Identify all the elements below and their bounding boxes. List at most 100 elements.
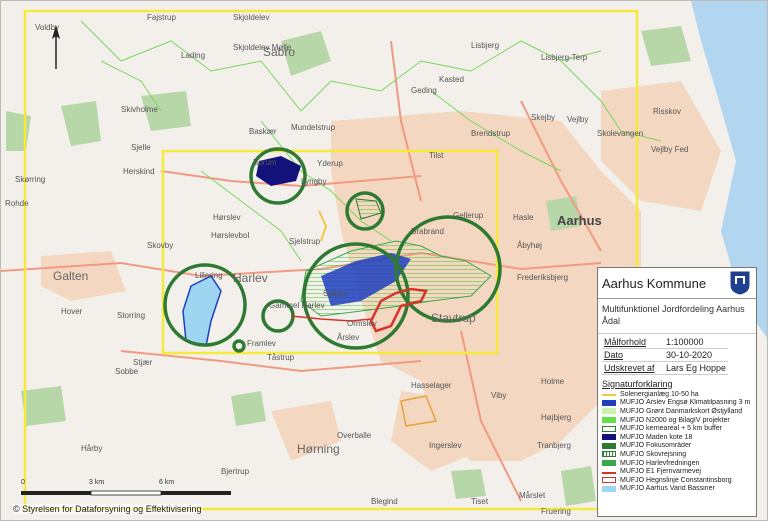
legend-list: Solenergianlæg 10-50 ha MUFJO Årslev Engs… (602, 390, 756, 493)
north-arrow-icon (52, 25, 60, 69)
legend-item: MUFJO Grønt Danmarkskort Østjylland (602, 407, 756, 416)
place-label: Tranbjerg (537, 441, 571, 450)
signatur-title: Signaturforklaring (602, 379, 673, 389)
legend-swatch (602, 434, 616, 441)
place-label: Galten (53, 269, 89, 283)
place-label: Ormslev (347, 319, 377, 328)
place-label: Skejby (531, 113, 556, 122)
info-value: Lars Eg Hoppe (664, 361, 729, 375)
place-label: Tåstrup (267, 353, 295, 362)
legend-item: MUFJO Årslev Engsø Klimatilpasning 3 m (602, 399, 756, 408)
place-label: Overballe (337, 431, 372, 440)
place-label: Tiset (471, 497, 489, 506)
place-label: Brendstrup (471, 129, 511, 138)
place-label: Fruering (541, 507, 571, 516)
place-label: Mundelstrup (291, 123, 336, 132)
place-label: Årslev (337, 333, 360, 342)
place-label: Sjelstrup (289, 237, 321, 246)
legend-swatch (602, 425, 616, 432)
info-value: 1:100000 (664, 336, 729, 349)
legend-swatch (602, 408, 616, 415)
place-label: Hørslevbol (211, 231, 250, 240)
legend-label: MUFJO kerneareal + 5 km buffer (620, 425, 722, 433)
place-label: Risskov (653, 107, 682, 116)
place-label: Skovby (147, 241, 174, 250)
legend-label: MUFJO Grønt Danmarkskort Østjylland (620, 407, 743, 415)
place-label: Fajstrup (147, 13, 176, 22)
place-label: Skjoldelev (233, 13, 270, 22)
place-label: Kasted (439, 75, 464, 84)
place-label: Harlev (233, 271, 268, 285)
legend-swatch (602, 460, 616, 467)
legend-swatch (602, 451, 616, 458)
project-name: Multifunktionel Jordfordeling Aarhus Åda… (598, 299, 756, 334)
legend-item: MUFJO Aarhus Vand Bassiner (602, 485, 756, 494)
place-label: Mårslet (519, 491, 546, 500)
legend-swatch (602, 470, 616, 474)
place-label: Lading (181, 51, 206, 60)
info-key: Målforhold (602, 336, 664, 349)
place-label: Baskær (249, 127, 277, 136)
place-label: Skivholme (121, 105, 158, 114)
info-row: Målforhold 1:100000 (602, 336, 729, 349)
legend-item: MUFJO N2000 og BilagIV projekter (602, 416, 756, 425)
place-label: Skolevangen (597, 129, 644, 138)
legend-label: MUFJO Skovrejsning (620, 450, 687, 458)
place-label: Vejlby Fed (651, 145, 689, 154)
place-label: Hørslev (213, 213, 241, 222)
copyright-notice: © Styrelsen for Dataforsyning og Effekti… (13, 504, 202, 514)
place-label: Lisbjerg (471, 41, 500, 50)
scale-label-6km: 6 km (159, 479, 175, 486)
legend-swatch (602, 485, 616, 492)
place-label: Sjelle (131, 143, 151, 152)
place-label: Aarhus (557, 213, 602, 228)
place-label: Holme (541, 377, 565, 386)
legend-item: MUFJO Hegnslinje Constantinsborg (602, 476, 756, 485)
legend-swatch (602, 442, 616, 449)
scale-label-0: 0 (21, 479, 25, 486)
legend-swatch (602, 417, 616, 424)
place-label: Framlev (247, 339, 276, 348)
place-label: Åbyhøj (517, 241, 542, 250)
info-row: Dato 30-10-2020 (602, 348, 729, 362)
scale-label-3km: 3 km (89, 479, 105, 486)
place-label: Tilst (429, 151, 444, 160)
legend-swatch (602, 477, 616, 484)
legend-item: MUFJO kerneareal + 5 km buffer (602, 424, 756, 433)
map-info-table: Målforhold 1:100000 Dato 30-10-2020 Udskreve… (602, 336, 729, 375)
legend-item: MUFJO Maden kote 18 (602, 433, 756, 442)
place-label: Skibby (323, 289, 348, 298)
legend-label: MUFJO N2000 og BilagIV projekter (620, 416, 730, 424)
place-label: Ingerslev (429, 441, 462, 450)
legend-header: Aarhus Kommune (598, 268, 756, 299)
place-label: Hørning (297, 442, 340, 456)
aarhus-vand-bassin (182, 275, 222, 347)
place-label: Højbjerg (541, 413, 572, 422)
place-label: Viby (491, 391, 507, 400)
place-label: Hover (61, 307, 83, 316)
info-value: 30-10-2020 (664, 348, 729, 362)
map-view[interactable]: Voldby Fajstrup Skjoldelev Sabro Lading Skjol… (0, 0, 768, 521)
place-label: Lillering (195, 271, 223, 280)
urban-area-south (391, 391, 481, 471)
place-label: Bjertrup (221, 467, 250, 476)
place-label: Gammel Harlev (269, 301, 325, 310)
legend-label: MUFJO Årslev Engsø Klimatilpasning 3 m (620, 399, 751, 407)
place-label: Herskind (123, 167, 155, 176)
place-label: Geding (411, 86, 437, 95)
legend-label: MUFJO Maden kote 18 (620, 433, 693, 441)
legend-swatch (602, 392, 616, 397)
info-key: Dato (602, 348, 664, 362)
info-row: Udskrevet af Lars Eg Hoppe (602, 361, 729, 375)
place-label: Borum (253, 158, 277, 167)
legend-label: MUFJO Harlevfredningen (620, 459, 700, 467)
place-label: Lyngby (301, 177, 327, 186)
place-label: Hasselager (411, 381, 452, 390)
legend-item: MUFJO E1 Fjernvarmevej (602, 467, 756, 476)
info-key: Udskrevet af (602, 361, 664, 375)
place-label: Brabrand (411, 227, 444, 236)
legend-label: MUFJO Hegnslinje Constantinsborg (620, 476, 732, 484)
legend-label: MUFJO Fokusområder (620, 442, 692, 450)
place-label: Rohde (5, 199, 29, 208)
legend-item: MUFJO Skovrejsning (602, 450, 756, 459)
